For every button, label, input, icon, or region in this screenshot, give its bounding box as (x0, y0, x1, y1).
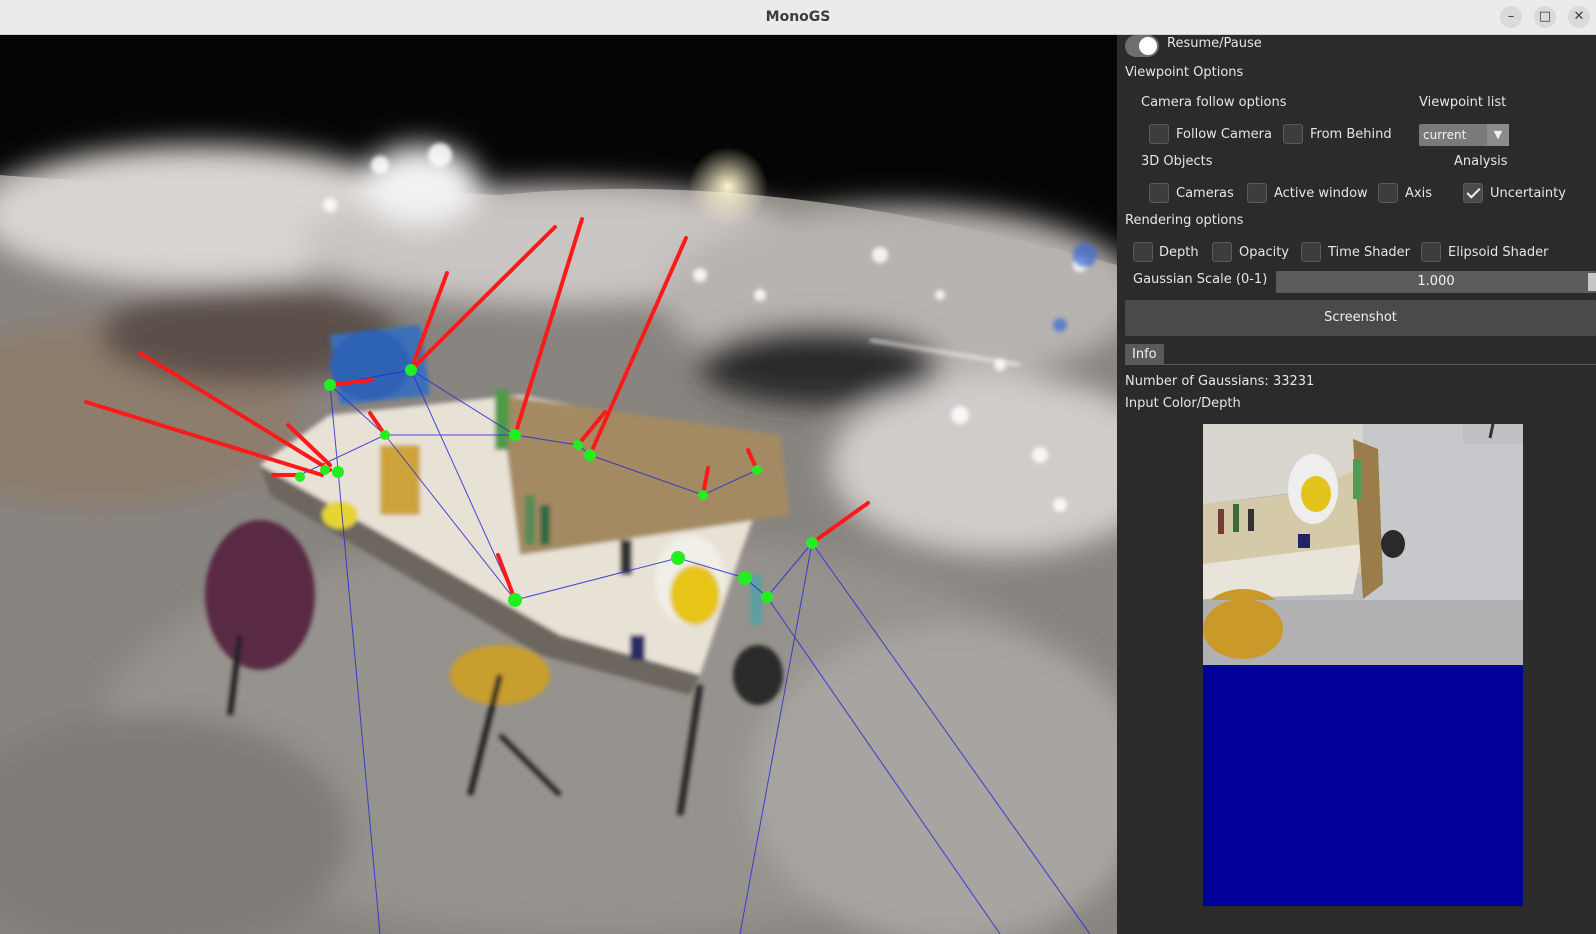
window-title: MonoGS (765, 9, 831, 25)
3d-viewport[interactable] (0, 35, 1117, 934)
toggle-knob (1139, 37, 1157, 55)
3d-objects-heading: 3D Objects (1141, 154, 1213, 169)
scene-render (0, 35, 1117, 934)
viewpoint-list-select[interactable]: current ▼ (1419, 124, 1509, 146)
screenshot-button[interactable]: Screenshot (1125, 300, 1596, 336)
uncertainty-checkbox[interactable] (1463, 183, 1483, 203)
minimize-button[interactable]: – (1500, 6, 1522, 28)
tab-divider (1125, 364, 1596, 365)
viewpoint-options-heading: Viewpoint Options (1125, 65, 1244, 80)
uncertainty-label: Uncertainty (1490, 186, 1566, 201)
input-color-depth-label: Input Color/Depth (1125, 396, 1241, 411)
resume-pause-label: Resume/Pause (1167, 36, 1262, 51)
viewpoint-list-value: current (1423, 128, 1467, 142)
tab-info[interactable]: Info (1125, 344, 1164, 365)
maximize-button[interactable]: □ (1534, 6, 1556, 28)
axis-label: Axis (1405, 186, 1432, 201)
cameras-checkbox[interactable] (1149, 183, 1169, 203)
resume-pause-toggle[interactable] (1125, 35, 1159, 57)
cameras-label: Cameras (1176, 186, 1234, 201)
active-window-label: Active window (1274, 186, 1368, 201)
opacity-label: Opacity (1239, 245, 1290, 260)
rendering-options-heading: Rendering options (1125, 213, 1244, 228)
time-shader-checkbox[interactable] (1301, 242, 1321, 262)
control-panel: Resume/Pause Viewpoint Options Camera fo… (1117, 35, 1596, 934)
depth-checkbox[interactable] (1133, 242, 1153, 262)
follow-camera-checkbox[interactable] (1149, 124, 1169, 144)
input-depth-preview (1203, 665, 1523, 906)
time-shader-label: Time Shader (1328, 245, 1410, 260)
close-button[interactable]: ✕ (1568, 6, 1590, 28)
chevron-down-icon: ▼ (1487, 124, 1509, 146)
elipsoid-shader-label: Elipsoid Shader (1448, 245, 1549, 260)
gaussian-count: Number of Gaussians: 33231 (1125, 374, 1315, 389)
slider-thumb[interactable] (1588, 273, 1596, 291)
follow-camera-label: Follow Camera (1176, 127, 1272, 142)
input-color-preview (1203, 424, 1523, 665)
opacity-checkbox[interactable] (1212, 242, 1232, 262)
gaussian-scale-slider[interactable]: 1.000 (1276, 271, 1596, 293)
viewpoint-list-heading: Viewpoint list (1419, 95, 1507, 110)
gaussian-scale-value: 1.000 (1417, 274, 1455, 289)
title-bar: MonoGS – □ ✕ (0, 0, 1596, 35)
analysis-heading: Analysis (1454, 154, 1508, 169)
from-behind-label: From Behind (1310, 127, 1392, 142)
elipsoid-shader-checkbox[interactable] (1421, 242, 1441, 262)
from-behind-checkbox[interactable] (1283, 124, 1303, 144)
depth-label: Depth (1159, 245, 1199, 260)
axis-checkbox[interactable] (1378, 183, 1398, 203)
active-window-checkbox[interactable] (1247, 183, 1267, 203)
gaussian-scale-label: Gaussian Scale (0-1) (1133, 272, 1268, 287)
camera-follow-heading: Camera follow options (1141, 95, 1287, 110)
